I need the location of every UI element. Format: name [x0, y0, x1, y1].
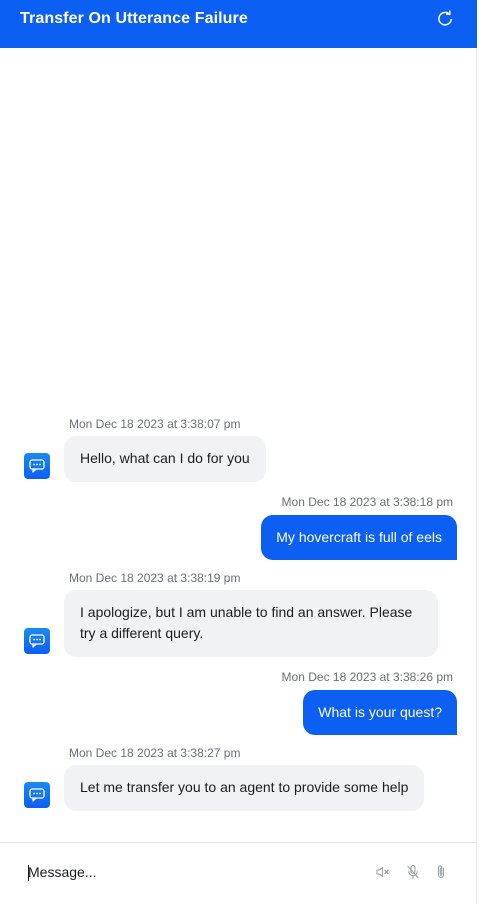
- text-cursor: [28, 865, 29, 881]
- chat-title: Transfer On Utterance Failure: [20, 10, 248, 27]
- chat-bubble-icon: [29, 788, 45, 802]
- bot-message-bubble: Let me transfer you to an agent to provi…: [64, 765, 425, 811]
- bot-avatar: [24, 453, 50, 479]
- chat-bubble-icon: [29, 459, 45, 473]
- chat-header: Transfer On Utterance Failure: [0, 0, 477, 48]
- message-timestamp: Mon Dec 18 2023 at 3:38:18 pm: [281, 495, 453, 509]
- speaker-mute-icon: [376, 866, 389, 878]
- chat-widget: Transfer On Utterance Failure Mon Dec 18…: [0, 0, 477, 904]
- message-timestamp: Mon Dec 18 2023 at 3:38:27 pm: [69, 746, 241, 760]
- user-message-bubble: My hovercraft is full of eels: [261, 515, 457, 560]
- microphone-button[interactable]: [404, 863, 422, 881]
- attach-button[interactable]: [432, 863, 450, 881]
- message-composer: [0, 842, 477, 904]
- message-list[interactable]: Mon Dec 18 2023 at 3:38:07 pm Hello, wha…: [0, 48, 477, 842]
- bot-message-bubble: I apologize, but I am unable to find an …: [64, 590, 438, 657]
- bot-avatar: [24, 628, 50, 654]
- microphone-icon: [407, 864, 419, 880]
- message-timestamp: Mon Dec 18 2023 at 3:38:07 pm: [69, 417, 241, 431]
- bot-avatar: [24, 782, 50, 808]
- message-timestamp: Mon Dec 18 2023 at 3:38:19 pm: [69, 571, 241, 585]
- user-message-bubble: What is your quest?: [303, 690, 457, 735]
- refresh-icon: [438, 10, 452, 26]
- message-timestamp: Mon Dec 18 2023 at 3:38:26 pm: [281, 670, 453, 684]
- chat-bubble-icon: [29, 634, 45, 648]
- message-input[interactable]: [28, 859, 358, 885]
- refresh-button[interactable]: [434, 8, 456, 30]
- paperclip-icon: [437, 865, 445, 879]
- mute-button[interactable]: [374, 863, 392, 881]
- bot-message-bubble: Hello, what can I do for you: [64, 436, 266, 482]
